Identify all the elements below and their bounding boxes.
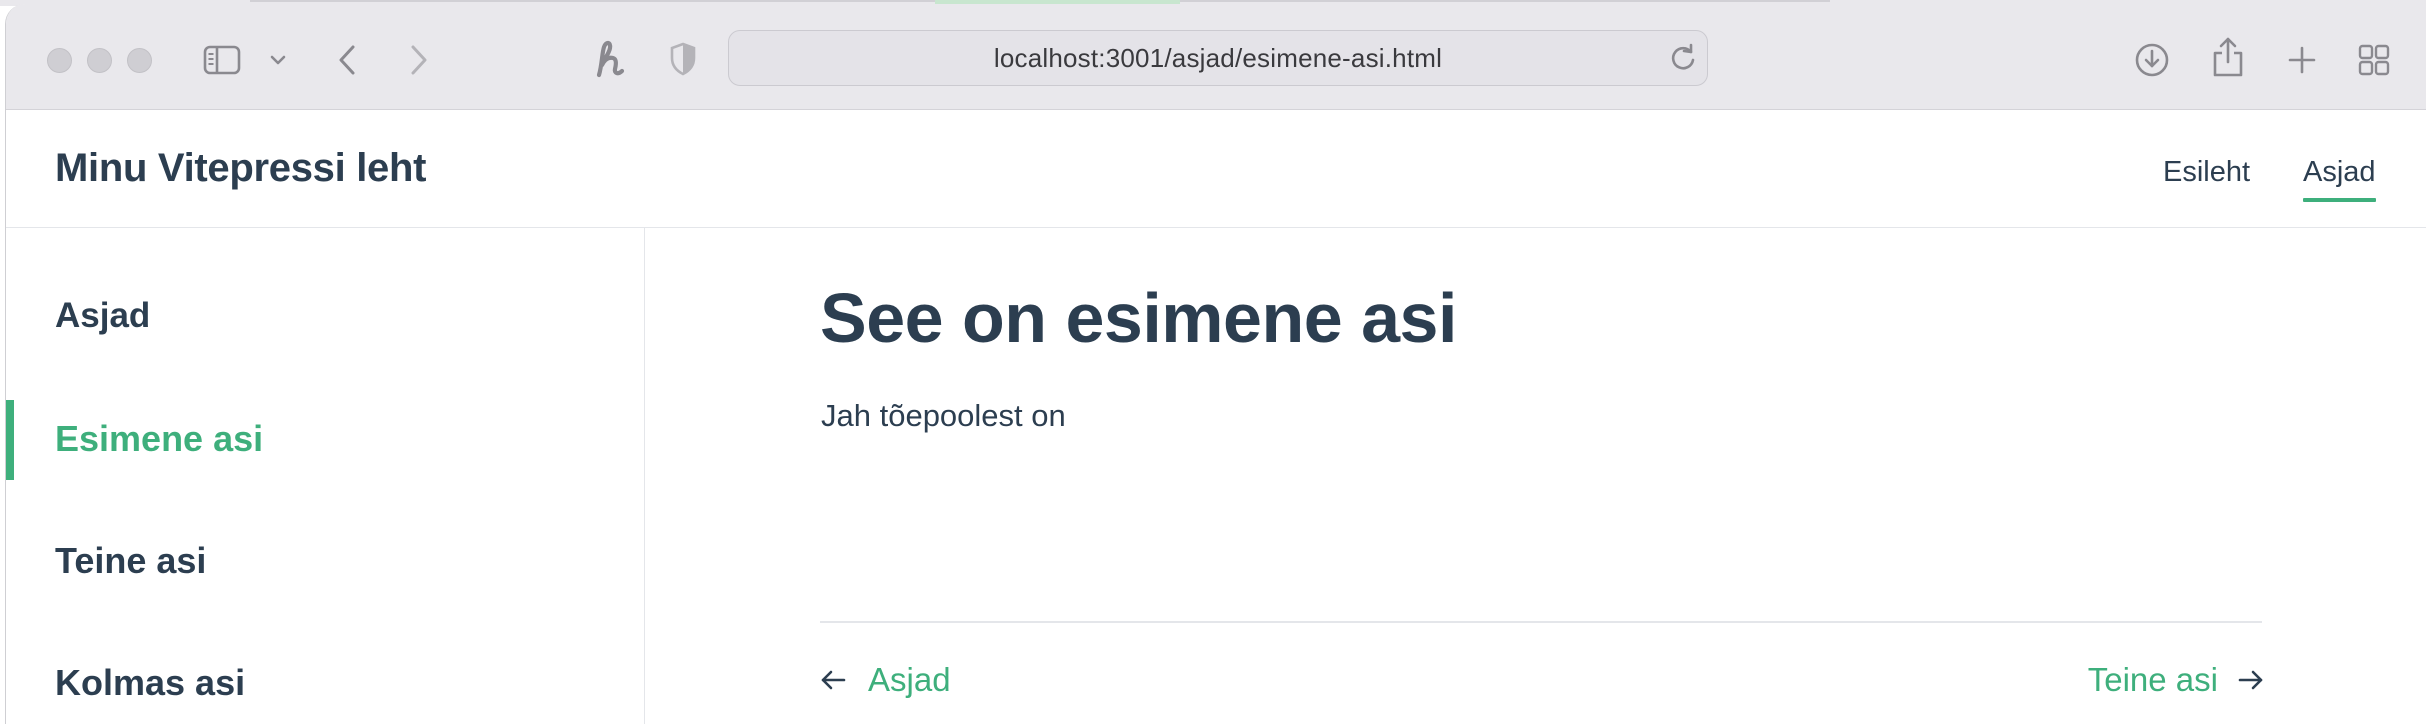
nav-link-esileht[interactable]: Esileht bbox=[2163, 156, 2250, 189]
arrow-left-icon bbox=[820, 669, 846, 691]
page-paragraph: Jah tõepoolest on bbox=[821, 398, 1066, 433]
minimize-window-button[interactable] bbox=[87, 48, 112, 73]
zoom-window-button[interactable] bbox=[127, 48, 152, 73]
prev-page-link[interactable]: Asjad bbox=[820, 661, 951, 699]
honey-extension-icon[interactable] bbox=[590, 36, 630, 82]
content-divider bbox=[820, 621, 2262, 623]
sidebar-toggle-icon[interactable] bbox=[202, 42, 242, 78]
back-icon[interactable] bbox=[332, 40, 362, 80]
prev-page-label: Asjad bbox=[868, 661, 951, 698]
browser-window: localhost:3001/asjad/esimene-asi.html Mi… bbox=[5, 4, 2426, 724]
sidebar-active-marker bbox=[6, 400, 14, 480]
site-header: Minu Vitepressi leht Esileht Asjad bbox=[6, 110, 2426, 228]
reload-icon[interactable] bbox=[1669, 43, 1697, 78]
share-icon[interactable] bbox=[2208, 34, 2248, 80]
sidebar-item-kolmas-asi[interactable]: Kolmas asi bbox=[55, 662, 245, 704]
new-tab-icon[interactable] bbox=[2284, 42, 2320, 78]
url-text: localhost:3001/asjad/esimene-asi.html bbox=[993, 42, 1443, 73]
tab-overview-icon[interactable] bbox=[2356, 42, 2392, 78]
site-title-link[interactable]: Minu Vitepressi leht bbox=[55, 146, 426, 191]
nav-link-asjad[interactable]: Asjad bbox=[2303, 156, 2376, 189]
main-content: See on esimene asi Jah tõepoolest on Asj… bbox=[647, 228, 2426, 724]
sidebar-item-esimene-asi[interactable]: Esimene asi bbox=[55, 418, 263, 460]
next-page-label: Teine asi bbox=[2087, 661, 2218, 698]
page-title: See on esimene asi bbox=[820, 279, 1457, 357]
address-bar[interactable]: localhost:3001/asjad/esimene-asi.html bbox=[728, 30, 1708, 86]
close-window-button[interactable] bbox=[47, 48, 72, 73]
sidebar-item-teine-asi[interactable]: Teine asi bbox=[55, 540, 206, 582]
sidebar: Asjad Esimene asi Teine asi Kolmas asi bbox=[6, 228, 645, 724]
download-icon[interactable] bbox=[2132, 40, 2172, 80]
privacy-shield-icon[interactable] bbox=[666, 40, 700, 78]
next-page-link[interactable]: Teine asi bbox=[2088, 661, 2264, 699]
forward-icon[interactable] bbox=[404, 40, 434, 80]
nav-active-indicator bbox=[2303, 198, 2376, 202]
browser-toolbar: localhost:3001/asjad/esimene-asi.html bbox=[6, 4, 2426, 110]
arrow-right-icon bbox=[2238, 669, 2264, 691]
sidebar-group-heading[interactable]: Asjad bbox=[55, 296, 150, 336]
chevron-down-icon[interactable] bbox=[266, 50, 290, 70]
